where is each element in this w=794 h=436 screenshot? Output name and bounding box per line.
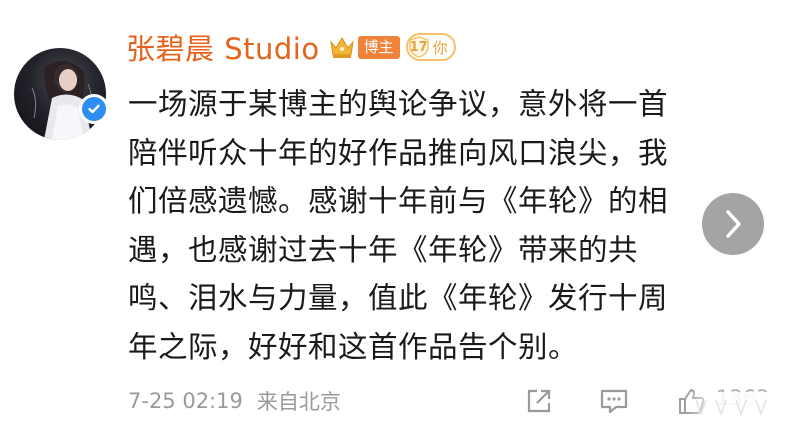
verified-check-icon [79, 94, 109, 124]
post-header: 张碧晨 Studio 博主 17 你 [126, 26, 456, 68]
watermark-glyph [715, 399, 727, 417]
watermark-glyph [755, 399, 767, 417]
next-button[interactable] [702, 193, 764, 255]
level-number-text: 17 [409, 39, 428, 55]
comment-icon[interactable] [598, 386, 630, 416]
watermark-glyph [735, 399, 747, 417]
avatar-container[interactable] [7, 24, 109, 140]
level-suffix: 你 [432, 38, 448, 57]
level-number: 17 [408, 36, 430, 58]
post-text: 一场源于某博主的舆论争议，意外将一首 陪伴听众十年的好作品推向风口浪尖，我 们倍… [128, 87, 669, 364]
post-timestamp[interactable]: 7-25 02:19 [128, 389, 243, 413]
username-link[interactable]: 张碧晨 Studio [126, 26, 320, 68]
post-footer: 7-25 02:19 来自北京 [128, 386, 341, 416]
chevron-right-icon [726, 210, 741, 238]
crown-icon [329, 37, 354, 58]
level-badge[interactable]: 17 你 [405, 33, 456, 61]
post-source: 来自北京 [256, 390, 341, 414]
share-icon[interactable] [524, 386, 554, 416]
watermark-glyph [695, 399, 707, 417]
blogger-badge[interactable]: 博主 [357, 35, 400, 59]
